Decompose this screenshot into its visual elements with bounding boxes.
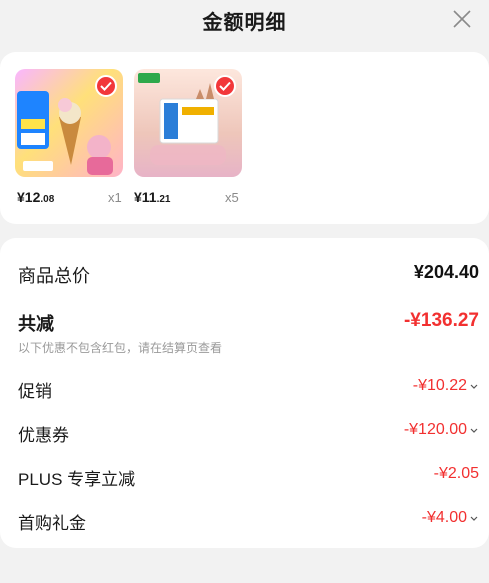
product-image-1[interactable]	[15, 69, 123, 177]
products-card: ¥12.08 x1 ¥11.21 x5	[0, 52, 489, 224]
selected-check-icon[interactable]	[95, 75, 117, 97]
total-label: 商品总价	[18, 266, 90, 286]
product-image-2[interactable]	[134, 69, 242, 177]
chevron-down-icon	[470, 516, 478, 521]
reduce-label: 共减	[18, 314, 54, 334]
discount-row-coupon[interactable]: 优惠券 -¥120.00	[18, 421, 479, 449]
chevron-down-icon	[470, 428, 478, 433]
discount-row-first-purchase[interactable]: 首购礼金 -¥4.00	[18, 509, 479, 537]
discount-row-plus: PLUS 专享立减 -¥2.05	[18, 465, 479, 489]
reduce-value: -¥136.27	[403, 310, 479, 331]
chevron-down-icon	[470, 384, 478, 389]
product-price-2: ¥11.21	[134, 189, 171, 205]
discount-row-promo[interactable]: 促销 -¥10.22	[18, 377, 479, 405]
total-row: 商品总价 ¥204.40	[18, 262, 479, 290]
discount-note: 以下优惠不包含红包，请在结算页查看	[18, 341, 223, 355]
header: 金额明细	[0, 0, 489, 40]
summary-card: 商品总价 ¥204.40 共减 -¥136.27 以下优惠不包含红包，请在结算页…	[0, 238, 489, 548]
page-title: 金额明细	[202, 12, 287, 34]
total-value: ¥204.40	[413, 262, 479, 282]
product-qty-1: x1	[108, 190, 122, 205]
close-icon[interactable]	[451, 8, 473, 30]
product-price-1: ¥12.08	[17, 189, 55, 205]
product-qty-2: x5	[225, 190, 239, 205]
reduce-row: 共减 -¥136.27	[18, 310, 479, 338]
selected-check-icon[interactable]	[214, 75, 236, 97]
